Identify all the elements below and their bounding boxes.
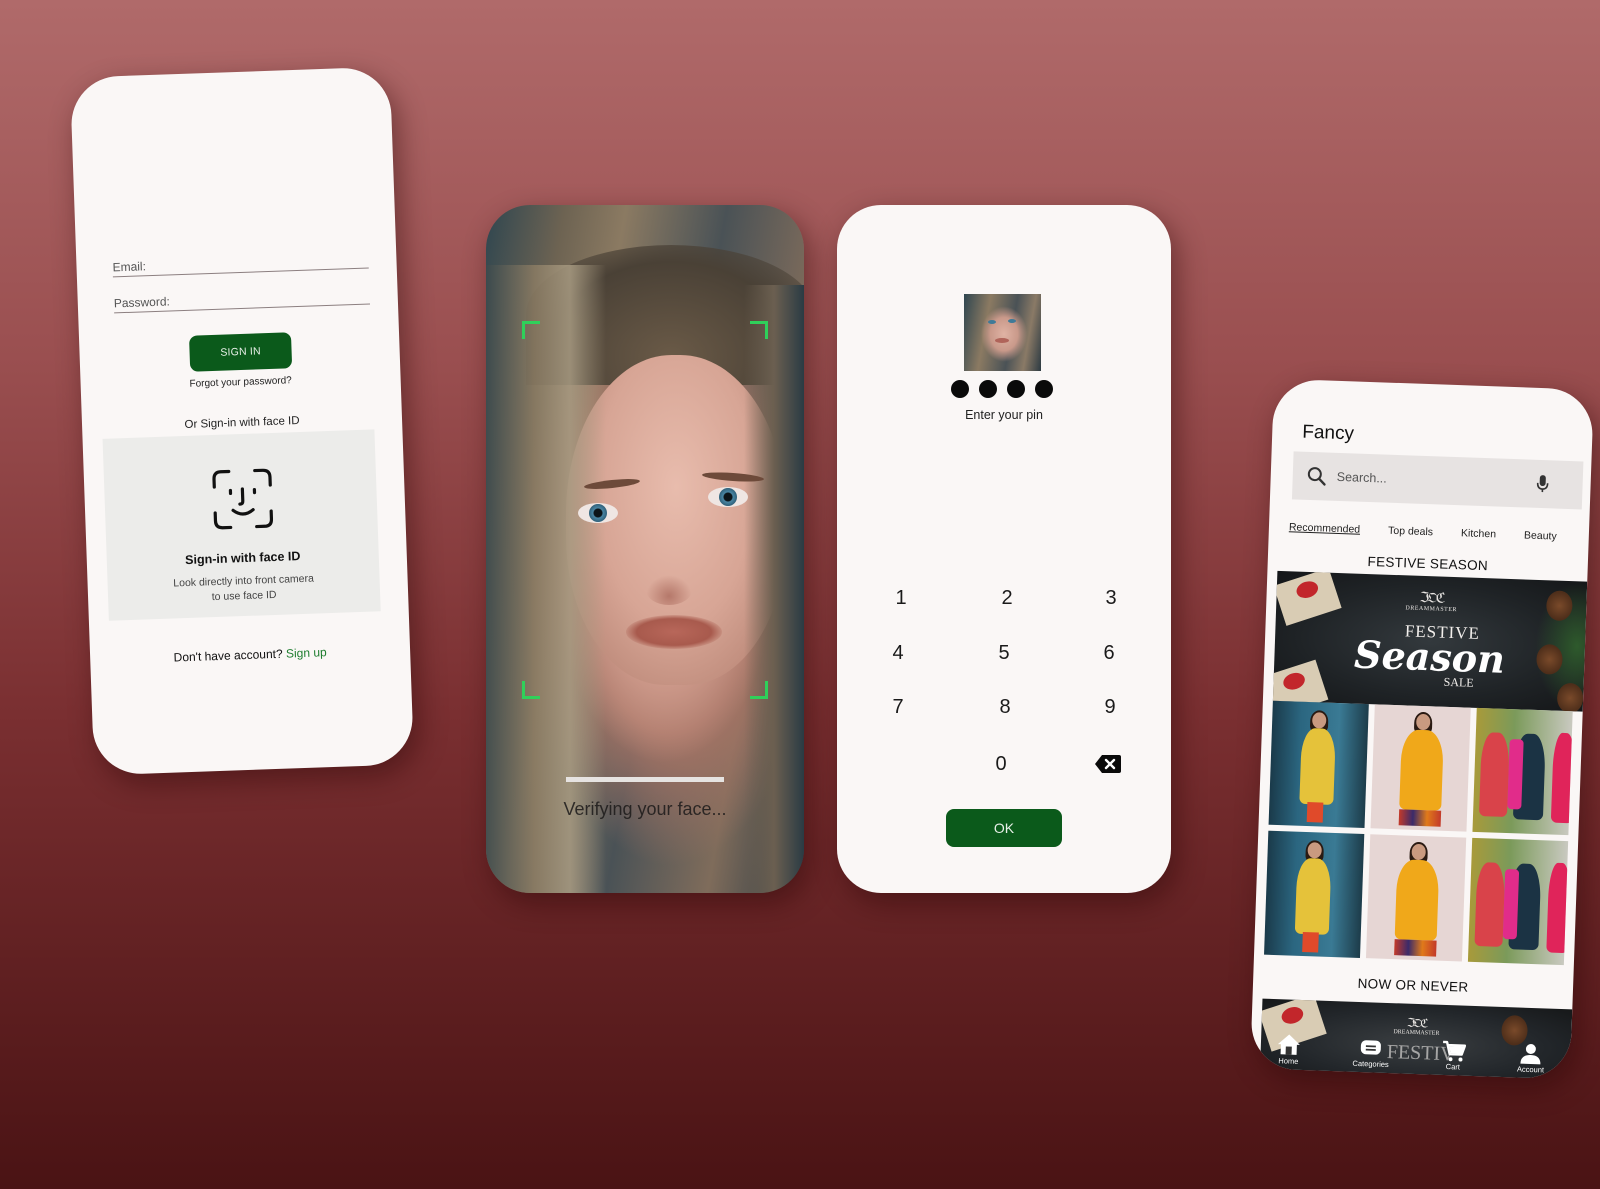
now-or-never-heading: NOW OR NEVER [1357, 975, 1469, 995]
pink-suit [1546, 862, 1569, 954]
eye-left [578, 503, 618, 523]
pin-label: Enter your pin [965, 408, 1043, 422]
keypad-key-9[interactable]: 9 [1090, 692, 1130, 722]
shop-home-screen: Fancy Search... Recommended Top deals Ki… [1250, 378, 1594, 1080]
product-grid [1264, 700, 1583, 966]
keypad-key-6[interactable]: 6 [1089, 638, 1129, 668]
nav-categories[interactable]: Categories [1352, 1039, 1389, 1069]
printed-skirt [1394, 939, 1437, 957]
nav-home-label: Home [1278, 1056, 1299, 1066]
verify-progress-bar [566, 777, 724, 782]
red-suit [1474, 862, 1506, 947]
backspace-icon[interactable] [1095, 755, 1121, 773]
nose [646, 575, 692, 605]
eye-right [708, 487, 748, 507]
pink-dupatta [1502, 868, 1520, 940]
nav-categories-label: Categories [1352, 1058, 1389, 1070]
search-icon [1307, 467, 1326, 486]
scan-frame-corner-tl [522, 321, 540, 339]
keypad-key-8[interactable]: 8 [985, 692, 1025, 722]
search-input[interactable]: Search... [1291, 451, 1584, 510]
no-account-text: Don't have account? [173, 646, 283, 665]
keypad-key-3[interactable]: 3 [1091, 583, 1131, 613]
keypad-key-2[interactable]: 2 [987, 583, 1027, 613]
email-label: Email: [112, 259, 147, 275]
keypad-key-0[interactable]: 0 [981, 749, 1021, 779]
bottom-navigation: Home Categories Cart Account [1250, 1012, 1572, 1079]
pin-dot-filled [951, 380, 969, 398]
tab-beauty[interactable]: Beauty [1524, 529, 1557, 542]
face-verify-screen: Verifying your face... [486, 205, 804, 893]
email-field[interactable]: Email: [112, 251, 369, 278]
scan-frame-corner-bl [522, 681, 540, 699]
tab-recommended[interactable]: Recommended [1289, 521, 1361, 535]
sign-in-button[interactable]: SIGN IN [188, 332, 293, 372]
lips [626, 615, 722, 649]
yellow-kurta [1299, 727, 1336, 805]
category-tabs: Recommended Top deals Kitchen Beauty [1289, 521, 1557, 542]
tab-top-deals[interactable]: Top deals [1388, 525, 1433, 539]
face-id-card[interactable]: Sign-in with face ID Look directly into … [102, 429, 381, 621]
avatar-eye-right [1008, 319, 1016, 323]
pin-dot-filled [979, 380, 997, 398]
nav-cart[interactable]: Cart [1441, 1040, 1466, 1072]
pink-dupatta [1507, 739, 1524, 810]
mustard-anarkali [1399, 729, 1444, 811]
nav-cart-label: Cart [1445, 1062, 1461, 1072]
festive-sale-banner[interactable]: ℑ𝔒ℭ DREAMMASTER FESTIVE Season SALE [1272, 570, 1588, 712]
nav-home[interactable]: Home [1276, 1032, 1301, 1066]
red-leggings [1302, 931, 1319, 953]
search-placeholder: Search... [1336, 469, 1387, 486]
sign-up-link[interactable]: Sign up [286, 645, 327, 660]
nav-account-label: Account [1516, 1064, 1545, 1075]
tab-kitchen[interactable]: Kitchen [1461, 527, 1496, 540]
app-title: Fancy [1301, 421, 1355, 445]
product-card[interactable] [1268, 700, 1369, 829]
pin-screen: Enter your pin 1 2 3 4 5 6 7 8 9 0 OK [837, 205, 1171, 893]
pin-dot-filled [1007, 380, 1025, 398]
pin-dot-filled [1035, 380, 1053, 398]
product-card[interactable] [1264, 830, 1365, 958]
product-card[interactable] [1370, 704, 1471, 832]
user-avatar [964, 294, 1041, 371]
printed-skirt [1398, 809, 1442, 827]
product-card[interactable] [1365, 834, 1467, 962]
avatar-eye-left [988, 320, 996, 324]
ok-button[interactable]: OK [946, 809, 1062, 847]
face-id-icon [212, 468, 274, 530]
mic-icon[interactable] [1536, 475, 1549, 493]
account-icon [1520, 1044, 1541, 1065]
face-id-description: Look directly into front camera to use f… [107, 569, 380, 608]
categories-icon [1361, 1040, 1382, 1055]
verify-status-text: Verifying your face... [563, 799, 727, 819]
scan-frame-corner-tr [750, 321, 768, 339]
pin-indicator [951, 380, 1053, 398]
keypad-key-4[interactable]: 4 [878, 638, 918, 668]
product-card[interactable] [1467, 837, 1569, 966]
signup-prompt: Don't have account? Sign up [90, 642, 410, 667]
password-label: Password: [113, 294, 171, 311]
pink-suit [1550, 732, 1573, 824]
login-screen: Email: Password: SIGN IN Forgot your pas… [69, 66, 415, 776]
keypad-key-7[interactable]: 7 [878, 692, 918, 722]
verify-progress-fill [566, 777, 724, 782]
forgot-password-link[interactable]: Forgot your password? [81, 371, 401, 393]
red-suit [1478, 732, 1510, 818]
home-icon [1277, 1034, 1300, 1055]
yellow-kurta [1294, 857, 1332, 935]
avatar-lips [995, 338, 1009, 343]
face-id-title: Sign-in with face ID [184, 549, 301, 568]
product-card[interactable] [1472, 707, 1573, 836]
mustard-anarkali [1394, 859, 1440, 941]
password-field[interactable]: Password: [113, 287, 371, 314]
nav-account[interactable]: Account [1516, 1043, 1545, 1075]
scan-frame-corner-br [750, 681, 768, 699]
cart-icon [1442, 1040, 1466, 1062]
red-leggings [1306, 802, 1324, 823]
keypad-key-1[interactable]: 1 [881, 583, 921, 613]
keypad-key-5[interactable]: 5 [984, 638, 1024, 668]
